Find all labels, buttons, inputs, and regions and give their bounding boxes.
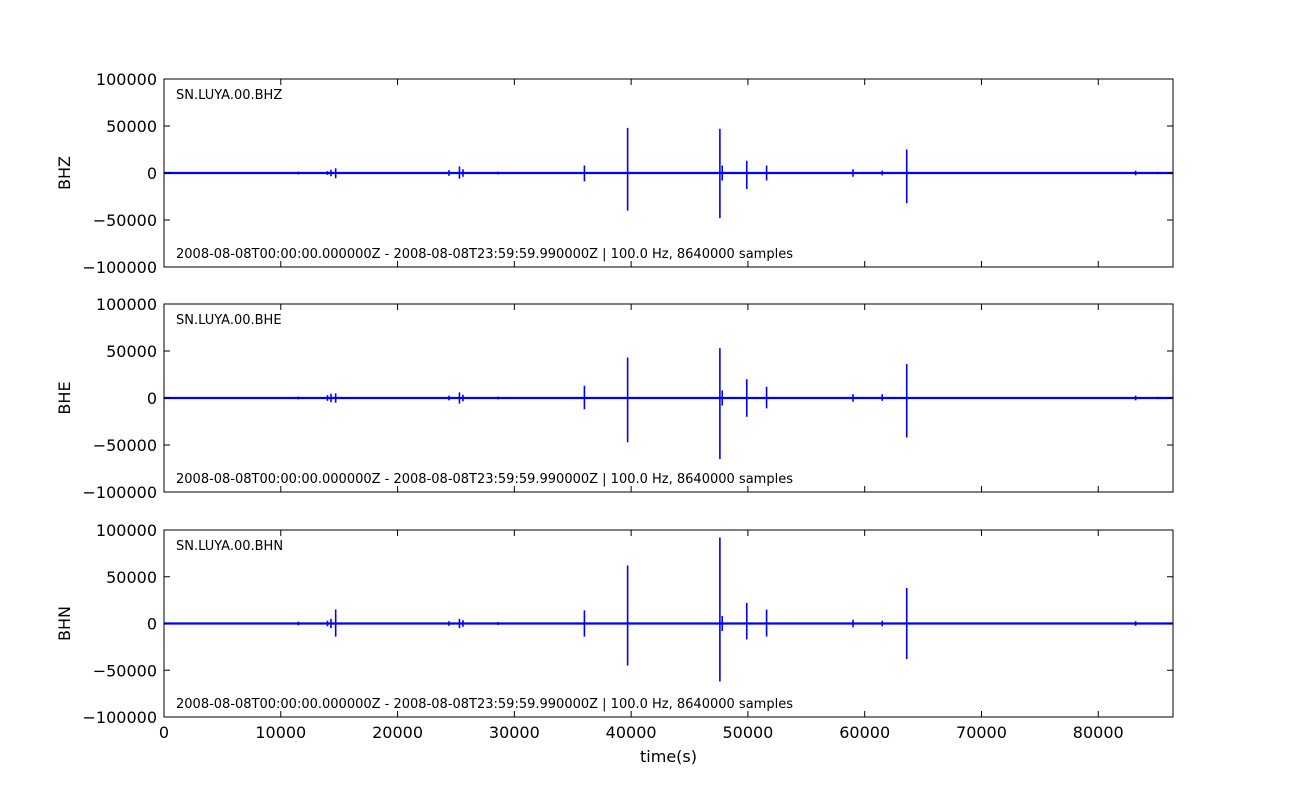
x-tick-label: 10000	[255, 723, 306, 742]
station-label: SN.LUYA.00.BHZ	[176, 88, 282, 103]
trace-panel-bhn: −100000 −50000 0 50000 100000 0 10000 20000 3000…	[55, 521, 1174, 766]
x-tick-label: 40000	[606, 723, 657, 742]
y-tick-label: 50000	[106, 342, 157, 361]
x-tick-label: 60000	[839, 723, 890, 742]
x-tick-label: 50000	[722, 723, 773, 742]
y-tick-label: 0	[147, 615, 157, 634]
y-tick-label: 100000	[96, 70, 157, 89]
y-tick-label: −100000	[83, 258, 157, 277]
x-tick-label: 20000	[372, 723, 423, 742]
y-tick-label: −50000	[93, 211, 157, 230]
x-tick-label: 30000	[489, 723, 540, 742]
seismogram-figure: −100000−50000050000100000BHZSN.LUYA.00.B…	[55, 70, 1174, 766]
x-tick-label: 0	[159, 723, 169, 742]
y-tick-label: 0	[147, 164, 157, 183]
y-tick-label: −50000	[93, 661, 157, 680]
trace-info-label: 2008-08-08T00:00:00.000000Z - 2008-08-08…	[176, 472, 793, 487]
y-axis-label: BHZ	[55, 156, 74, 190]
y-tick-label: 100000	[96, 295, 157, 314]
y-tick-label: 50000	[106, 117, 157, 136]
trace-info-label: 2008-08-08T00:00:00.000000Z - 2008-08-08…	[176, 247, 793, 262]
y-tick-label: −50000	[93, 436, 157, 455]
y-axis-label: BHN	[55, 606, 74, 641]
y-tick-label: −100000	[83, 483, 157, 502]
y-tick-label: −100000	[83, 708, 157, 727]
y-axis-label: BHE	[55, 381, 74, 414]
y-tick-label: 100000	[96, 521, 157, 540]
x-tick-label: 80000	[1073, 723, 1124, 742]
y-tick-label: 0	[147, 389, 157, 408]
y-tick-label: 50000	[106, 568, 157, 587]
station-label: SN.LUYA.00.BHE	[176, 313, 282, 328]
x-axis-label: time(s)	[640, 747, 697, 766]
trace-info-label: 2008-08-08T00:00:00.000000Z - 2008-08-08…	[176, 697, 793, 712]
station-label: SN.LUYA.00.BHN	[176, 539, 283, 554]
x-tick-label: 70000	[956, 723, 1007, 742]
trace-panel-bhz: −100000 −50000 0 50000 100000 BHZ SN.LUYA.00.B…	[55, 70, 1174, 277]
trace-panel-bhe: −100000 −50000 0 50000 100000 BHE SN.LUYA.00.B…	[55, 295, 1174, 502]
